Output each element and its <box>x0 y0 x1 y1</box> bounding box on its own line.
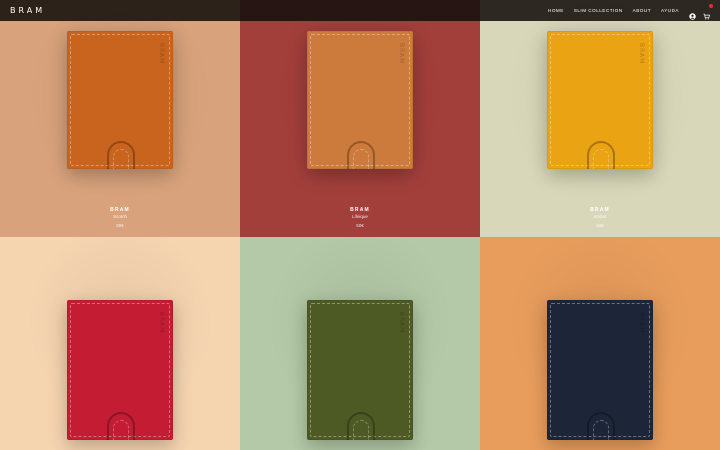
product-tile-1[interactable]: BRAM BRAM Scotch 50€ <box>0 0 240 237</box>
user-circle-icon[interactable] <box>689 7 696 20</box>
brand-emboss: BRAM <box>398 43 405 65</box>
brand-emboss: BRAM <box>398 312 405 334</box>
product-tile-6[interactable]: BRAM <box>480 237 720 450</box>
product-brand: BRAM <box>110 207 130 213</box>
brand-emboss: BRAM <box>158 43 165 65</box>
product-name[interactable]: Amber <box>480 214 720 220</box>
product-name[interactable]: Lifeique <box>240 214 480 220</box>
top-navbar: BRAM HOME SLIM COLLECTION ABOUT AYUDA <box>0 0 720 21</box>
product-grid: BRAM BRAM Scotch 50€ BRAM BRAM Lifeique … <box>0 0 720 450</box>
cart-button[interactable] <box>703 4 713 20</box>
brand-logo[interactable]: BRAM <box>10 6 45 15</box>
product-caption: BRAM Scotch 50€ <box>0 208 240 228</box>
brand-emboss: BRAM <box>638 43 645 65</box>
product-price: 50€ <box>116 222 124 228</box>
card-notch-stitch <box>593 420 609 440</box>
product-brand: BRAM <box>350 207 370 213</box>
card-notch-stitch <box>113 420 129 440</box>
cart-count-badge <box>709 4 713 8</box>
card-notch-stitch <box>113 149 129 169</box>
wallet-image: BRAM <box>307 31 413 169</box>
product-name[interactable]: Scotch <box>0 214 240 220</box>
product-tile-2[interactable]: BRAM BRAM Lifeique 50€ <box>240 0 480 237</box>
product-brand: BRAM <box>590 207 610 213</box>
wallet-image: BRAM <box>547 31 653 169</box>
brand-emboss: BRAM <box>638 312 645 334</box>
product-price: 50€ <box>596 222 604 228</box>
card-notch-stitch <box>353 149 369 169</box>
product-caption: BRAM Amber 50€ <box>480 208 720 228</box>
product-tile-4[interactable]: BRAM <box>0 237 240 450</box>
brand-emboss: BRAM <box>158 312 165 334</box>
card-notch-stitch <box>593 149 609 169</box>
wallet-image: BRAM <box>67 31 173 169</box>
nav-menu: HOME SLIM COLLECTION ABOUT AYUDA <box>538 4 713 20</box>
product-caption: BRAM Lifeique 50€ <box>240 208 480 228</box>
product-price: 50€ <box>356 222 364 228</box>
wallet-image: BRAM <box>307 300 413 440</box>
nav-slim-collection[interactable]: SLIM COLLECTION <box>574 8 623 13</box>
cart-icon <box>703 13 711 20</box>
card-notch-stitch <box>353 420 369 440</box>
product-tile-3[interactable]: BRAM BRAM Amber 50€ <box>480 0 720 237</box>
wallet-image: BRAM <box>67 300 173 440</box>
wallet-image: BRAM <box>547 300 653 440</box>
nav-ayuda[interactable]: AYUDA <box>661 8 679 13</box>
nav-home[interactable]: HOME <box>548 8 564 13</box>
nav-about[interactable]: ABOUT <box>633 8 651 13</box>
product-tile-5[interactable]: BRAM <box>240 237 480 450</box>
